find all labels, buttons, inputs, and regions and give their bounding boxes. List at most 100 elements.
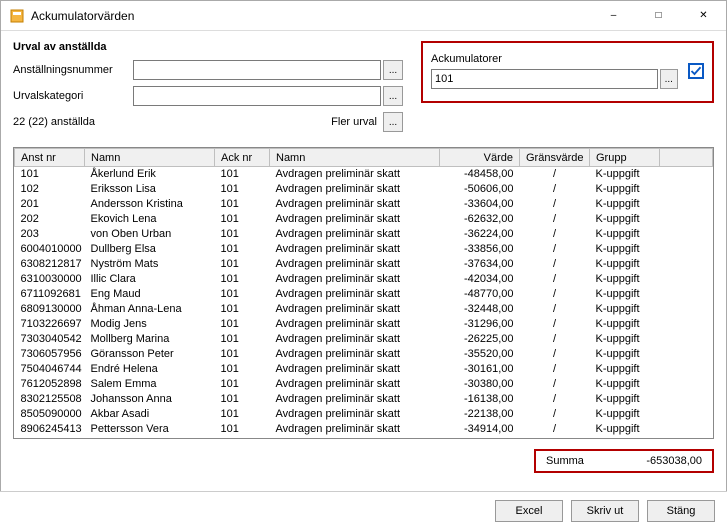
table-row[interactable]: 8505090000Akbar Asadi101Avdragen prelimi… <box>15 407 713 422</box>
employment-number-browse-button[interactable]: ... <box>383 60 403 80</box>
cell-namn2: Avdragen preliminär skatt <box>270 272 440 287</box>
cell-namn2: Avdragen preliminär skatt <box>270 212 440 227</box>
table-row[interactable]: 6004010000Dullberg Elsa101Avdragen preli… <box>15 242 713 257</box>
table-row[interactable]: 7612052898Salem Emma101Avdragen prelimin… <box>15 377 713 392</box>
table-row[interactable]: 6809130000Åhman Anna-Lena101Avdragen pre… <box>15 302 713 317</box>
table-row[interactable]: 8302125508Johansson Anna101Avdragen prel… <box>15 392 713 407</box>
selection-category-browse-button[interactable]: ... <box>383 86 403 106</box>
accumulator-input[interactable] <box>431 69 658 89</box>
cell-ack: 101 <box>215 317 270 332</box>
table-row[interactable]: 202Ekovich Lena101Avdragen preliminär sk… <box>15 212 713 227</box>
accumulator-browse-button[interactable]: ... <box>660 69 678 89</box>
table-row[interactable]: 7504046744Endré Helena101Avdragen prelim… <box>15 362 713 377</box>
cell-grupp: K-uppgift <box>590 407 660 422</box>
cell-grupp: K-uppgift <box>590 302 660 317</box>
close-button[interactable]: ✕ <box>681 1 726 30</box>
cell-varde: -42034,00 <box>440 272 520 287</box>
excel-button[interactable]: Excel <box>495 500 563 522</box>
minimize-button[interactable]: – <box>591 1 636 30</box>
cell-grans: / <box>520 272 590 287</box>
cell-namn2: Avdragen preliminär skatt <box>270 377 440 392</box>
cell-namn2: Avdragen preliminär skatt <box>270 362 440 377</box>
cell-grupp: K-uppgift <box>590 362 660 377</box>
cell-anst: 8906245413 <box>15 422 85 437</box>
cell-namn2: Avdragen preliminär skatt <box>270 407 440 422</box>
cell-ack: 101 <box>215 362 270 377</box>
table-row[interactable]: 102Eriksson Lisa101Avdragen preliminär s… <box>15 182 713 197</box>
cell-anst: 6711092681 <box>15 287 85 302</box>
app-icon <box>9 8 25 24</box>
col-ack-nr[interactable]: Ack nr <box>215 149 270 167</box>
summary-box: Summa -653038,00 <box>534 449 714 473</box>
cell-varde: -31296,00 <box>440 317 520 332</box>
table-row[interactable]: 101Åkerlund Erik101Avdragen preliminär s… <box>15 167 713 182</box>
employment-number-input[interactable] <box>133 60 381 80</box>
cell-namn2: Avdragen preliminär skatt <box>270 317 440 332</box>
cell-ack: 101 <box>215 167 270 182</box>
accumulator-label: Ackumulatorer <box>431 53 678 65</box>
summary-label: Summa <box>546 455 584 467</box>
cell-namn: Dullberg Elsa <box>85 242 215 257</box>
cell-varde: -35520,00 <box>440 347 520 362</box>
more-selections-button[interactable]: ... <box>383 112 403 132</box>
cell-varde: -26225,00 <box>440 332 520 347</box>
check-icon <box>690 65 702 77</box>
table-row[interactable]: 203von Oben Urban101Avdragen preliminär … <box>15 227 713 242</box>
close-dialog-button[interactable]: Stäng <box>647 500 715 522</box>
table-row[interactable]: 6711092681Eng Maud101Avdragen preliminär… <box>15 287 713 302</box>
col-anst-nr[interactable]: Anst nr <box>15 149 85 167</box>
cell-grans: / <box>520 332 590 347</box>
cell-grupp: K-uppgift <box>590 257 660 272</box>
cell-grupp: K-uppgift <box>590 422 660 437</box>
cell-varde: -33856,00 <box>440 242 520 257</box>
col-namn[interactable]: Namn <box>85 149 215 167</box>
cell-grupp: K-uppgift <box>590 212 660 227</box>
employee-count-text: 22 (22) anställda <box>13 116 133 128</box>
cell-grans: / <box>520 287 590 302</box>
table-row[interactable]: 6310030000Illic Clara101Avdragen prelimi… <box>15 272 713 287</box>
maximize-button[interactable]: □ <box>636 1 681 30</box>
cell-ack: 101 <box>215 242 270 257</box>
cell-anst: 7103226697 <box>15 317 85 332</box>
cell-grans: / <box>520 407 590 422</box>
cell-namn: Åhman Anna-Lena <box>85 302 215 317</box>
col-gransvarde[interactable]: Gränsvärde <box>520 149 590 167</box>
cell-anst: 6004010000 <box>15 242 85 257</box>
cell-ack: 101 <box>215 302 270 317</box>
cell-grans: / <box>520 392 590 407</box>
table-row[interactable]: 201Andersson Kristina101Avdragen prelimi… <box>15 197 713 212</box>
table-row[interactable]: 7103226697Modig Jens101Avdragen prelimin… <box>15 317 713 332</box>
cell-varde: -33604,00 <box>440 197 520 212</box>
cell-grans: / <box>520 377 590 392</box>
accumulator-checkbox[interactable] <box>688 63 704 79</box>
col-grupp[interactable]: Grupp <box>590 149 660 167</box>
cell-varde: -30161,00 <box>440 362 520 377</box>
table-row[interactable]: 7303040542Mollberg Marina101Avdragen pre… <box>15 332 713 347</box>
cell-grans: / <box>520 362 590 377</box>
cell-namn2: Avdragen preliminär skatt <box>270 422 440 437</box>
cell-ack: 101 <box>215 227 270 242</box>
cell-anst: 6809130000 <box>15 302 85 317</box>
cell-namn2: Avdragen preliminär skatt <box>270 227 440 242</box>
col-namn2[interactable]: Namn <box>270 149 440 167</box>
table-row[interactable]: 6308212817Nyström Mats101Avdragen prelim… <box>15 257 713 272</box>
table-row[interactable]: 8906245413Pettersson Vera101Avdragen pre… <box>15 422 713 437</box>
cell-grupp: K-uppgift <box>590 167 660 182</box>
selection-category-input[interactable] <box>133 86 381 106</box>
table-row[interactable]: 7306057956Göransson Peter101Avdragen pre… <box>15 347 713 362</box>
cell-ack: 101 <box>215 377 270 392</box>
cell-namn2: Avdragen preliminär skatt <box>270 197 440 212</box>
cell-grupp: K-uppgift <box>590 317 660 332</box>
bottom-bar: Excel Skriv ut Stäng <box>0 491 727 530</box>
cell-ack: 101 <box>215 212 270 227</box>
cell-varde: -16138,00 <box>440 392 520 407</box>
print-button[interactable]: Skriv ut <box>571 500 639 522</box>
more-selections-label: Fler urval <box>331 116 377 128</box>
col-varde[interactable]: Värde <box>440 149 520 167</box>
cell-namn2: Avdragen preliminär skatt <box>270 167 440 182</box>
cell-varde: -34914,00 <box>440 422 520 437</box>
cell-grans: / <box>520 242 590 257</box>
cell-namn: Modig Jens <box>85 317 215 332</box>
cell-namn: Johansson Anna <box>85 392 215 407</box>
cell-anst: 8302125508 <box>15 392 85 407</box>
